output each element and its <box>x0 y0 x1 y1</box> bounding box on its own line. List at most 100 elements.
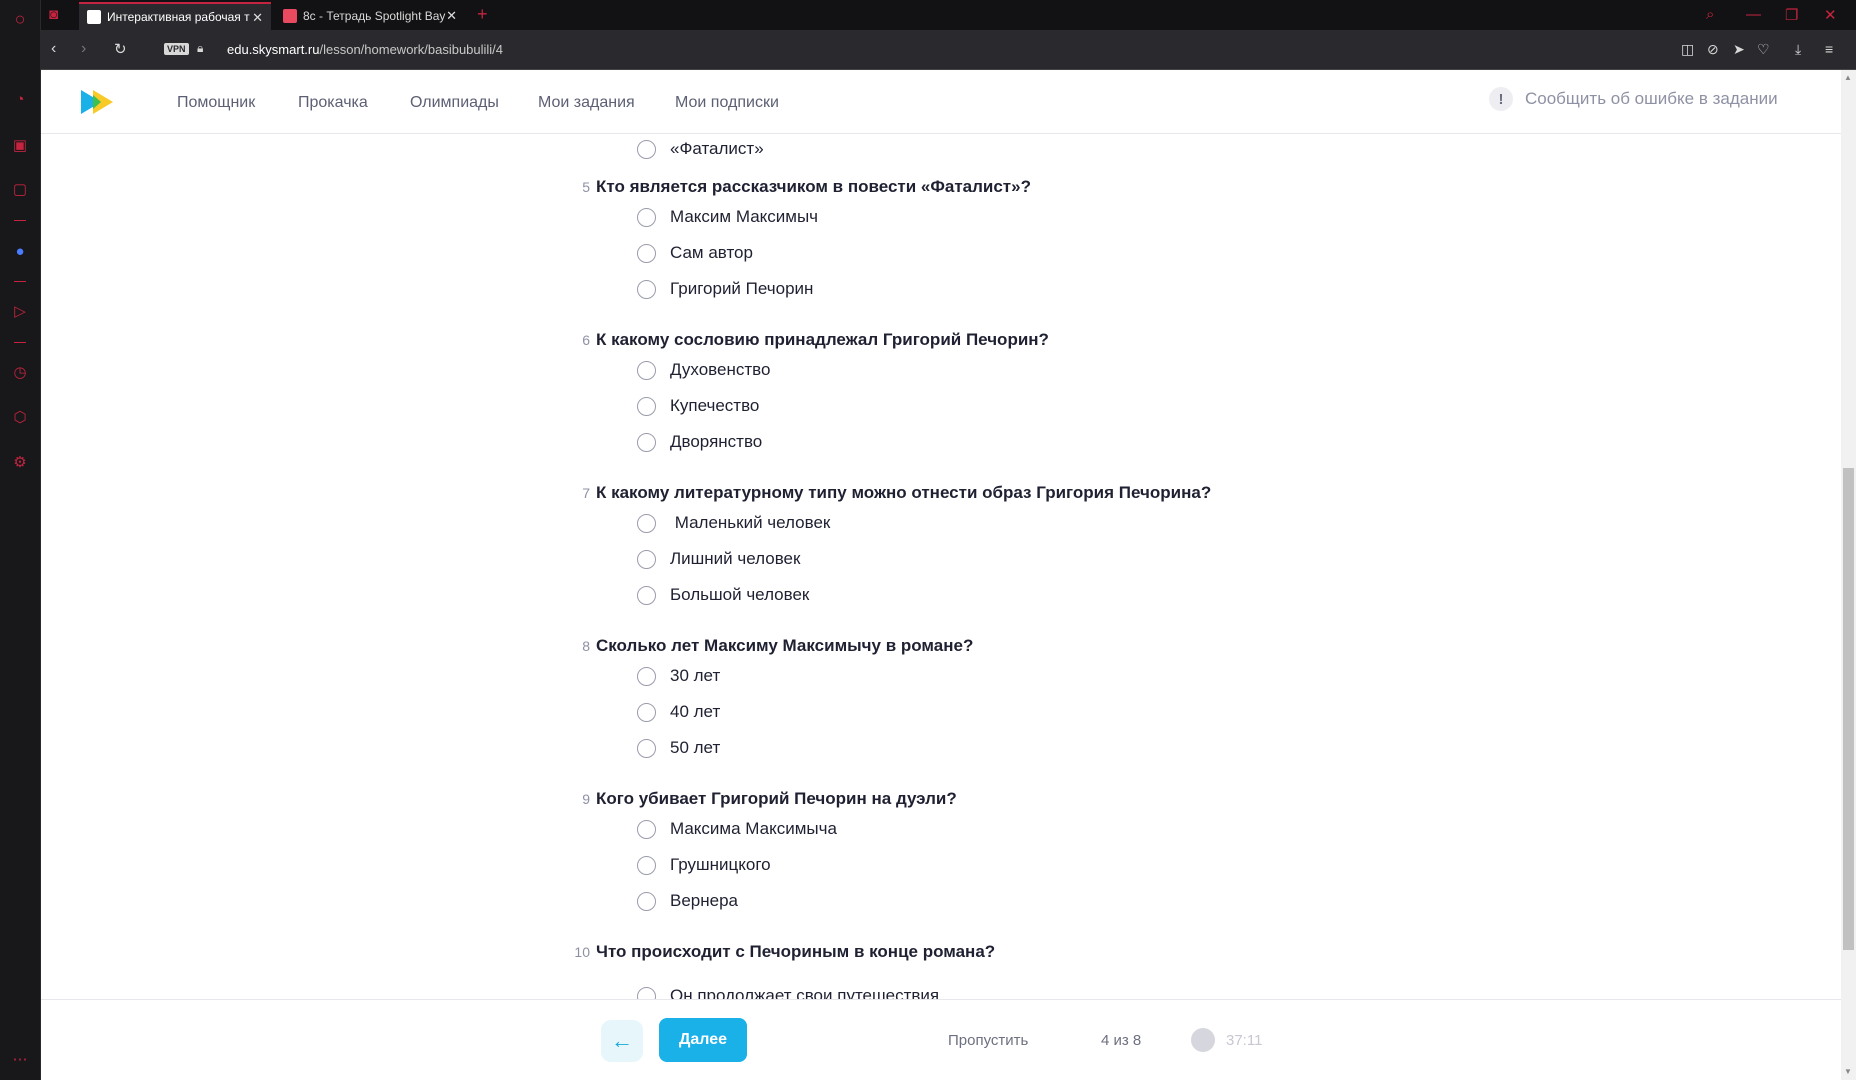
option-label: 50 лет <box>670 738 721 757</box>
download-icon[interactable]: ⤓ <box>1795 41 1801 58</box>
radio-button[interactable] <box>637 243 656 263</box>
tab-inactive[interactable]: 8с - Тетрадь Spotlight Bay ✕ <box>275 2 465 30</box>
reload-icon[interactable]: ↻ <box>114 40 127 58</box>
close-tab-icon[interactable]: ✕ <box>252 10 263 26</box>
option-label: Сам автор <box>670 243 753 262</box>
new-tab-icon[interactable]: + <box>477 4 488 25</box>
history-icon[interactable]: ◷ <box>9 361 31 383</box>
option-label: 40 лет <box>670 702 721 721</box>
scroll-up-icon[interactable]: ▲ <box>1844 73 1852 82</box>
radio-button[interactable] <box>637 432 656 452</box>
menu-icon[interactable]: ≡ <box>1825 41 1833 57</box>
gamepad-icon[interactable]: ◙ <box>49 6 58 23</box>
question-number: 9 <box>582 791 590 807</box>
radio-button[interactable] <box>637 891 656 911</box>
exclamation-icon: ! <box>1489 87 1513 111</box>
nav-my-tasks[interactable]: Мои задания <box>538 94 635 112</box>
radio-button[interactable] <box>637 279 656 299</box>
answer-option[interactable]: 30 лет <box>637 666 720 686</box>
answer-option[interactable]: Максим Максимыч <box>637 207 818 227</box>
answer-option[interactable]: 50 лет <box>637 738 720 758</box>
close-window-icon[interactable]: ✕ <box>1824 6 1837 24</box>
minimize-icon[interactable]: — <box>1746 6 1761 23</box>
radio-button[interactable] <box>637 855 656 875</box>
send-icon[interactable]: ➤ <box>1733 41 1745 58</box>
answer-option[interactable]: Грушницкого <box>637 855 771 875</box>
question-number: 6 <box>582 332 590 348</box>
nav-training[interactable]: Прокачка <box>298 94 368 112</box>
tab-bar: ◙ Интерактивная рабочая т ✕ 8с - Тетрадь… <box>41 0 1856 30</box>
page-scrollbar[interactable]: ▲ ▼ <box>1841 70 1856 1080</box>
search-tabs-icon[interactable]: ⌕ <box>1706 6 1714 23</box>
speed-dial-icon[interactable]: ◔ <box>9 88 31 110</box>
more-icon[interactable]: ⋯ <box>9 1048 31 1070</box>
answer-option[interactable]: Григорий Печорин <box>637 279 813 299</box>
heart-icon[interactable]: ♡ <box>1757 41 1770 58</box>
url-field[interactable]: edu.skysmart.ru/lesson/homework/basibubu… <box>227 42 503 57</box>
radio-button[interactable] <box>637 139 656 159</box>
nav-olympiads[interactable]: Олимпиады <box>410 94 499 112</box>
report-error-button[interactable]: ! Сообщить об ошибке в задании <box>1489 87 1778 111</box>
radio-button[interactable] <box>637 702 656 722</box>
page-counter: 4 из 8 <box>1101 1032 1142 1049</box>
close-tab-icon[interactable]: ✕ <box>446 8 457 24</box>
question-10: 10 Что происходит с Печориным в конце ром… <box>574 942 995 962</box>
answer-option[interactable]: Лишний человек <box>637 549 800 569</box>
option-label: Он продолжает свои путешествия <box>670 986 940 999</box>
radio-button[interactable] <box>637 513 656 533</box>
scroll-down-icon[interactable]: ▼ <box>1844 1067 1852 1076</box>
answer-option[interactable]: Купечество <box>637 396 759 416</box>
radio-button[interactable] <box>637 549 656 569</box>
back-icon[interactable]: ‹ <box>51 40 56 58</box>
answer-option[interactable]: Маленький человек <box>637 513 830 533</box>
box-icon[interactable]: ⬡ <box>9 406 31 428</box>
answer-option[interactable]: Он продолжает свои путешествия <box>637 986 939 999</box>
answer-option[interactable]: Максима Максимыча <box>637 819 837 839</box>
twitch-icon[interactable]: ▢ <box>9 178 31 200</box>
sidebar-divider <box>14 342 26 343</box>
answer-option[interactable]: 40 лет <box>637 702 720 722</box>
answer-option[interactable]: «Фаталист» <box>637 139 764 159</box>
radio-button[interactable] <box>637 396 656 416</box>
nav-my-subscriptions[interactable]: Мои подписки <box>675 94 779 112</box>
radio-button[interactable] <box>637 585 656 605</box>
radio-button[interactable] <box>637 666 656 686</box>
skip-button[interactable]: Пропустить <box>948 1032 1028 1049</box>
nav-helper[interactable]: Помощник <box>177 94 255 112</box>
back-button[interactable]: ← <box>601 1020 643 1062</box>
skysmart-favicon-icon <box>87 10 101 24</box>
opera-logo-icon[interactable]: ○ <box>9 8 31 30</box>
radio-button[interactable] <box>637 360 656 380</box>
skysmart-logo-icon[interactable] <box>81 90 115 114</box>
forward-icon[interactable]: › <box>81 40 86 58</box>
sidebar-divider <box>14 281 26 282</box>
answer-option[interactable]: Духовенство <box>637 360 770 380</box>
report-error-label: Сообщить об ошибке в задании <box>1525 89 1778 108</box>
radio-button[interactable] <box>637 207 656 227</box>
adblock-icon[interactable]: ⊘ <box>1707 41 1719 58</box>
vpn-badge[interactable]: VPN <box>164 43 189 55</box>
messenger-icon[interactable]: ● <box>9 240 31 262</box>
answer-option[interactable]: Дворянство <box>637 432 762 452</box>
scroll-thumb[interactable] <box>1843 468 1854 950</box>
briefcase-icon[interactable]: ▣ <box>9 134 31 156</box>
radio-button[interactable] <box>637 738 656 758</box>
answer-option[interactable]: Большой человек <box>637 585 809 605</box>
player-icon[interactable]: ▷ <box>9 300 31 322</box>
sidebar-divider <box>14 220 26 221</box>
question-text: Сколько лет Максиму Максимычу в романе? <box>596 636 974 655</box>
answer-option[interactable]: Сам автор <box>637 243 753 263</box>
question-text: Кого убивает Григорий Печорин на дуэли? <box>596 789 957 808</box>
next-button[interactable]: Далее <box>659 1018 747 1062</box>
option-label: Маленький человек <box>670 513 831 532</box>
radio-button[interactable] <box>637 986 656 999</box>
lock-icon[interactable]: 🔒︎ <box>197 41 203 56</box>
tab-active[interactable]: Интерактивная рабочая т ✕ <box>79 2 271 30</box>
quiz-content: «Фаталист» 5 Кто является рассказчиком в … <box>41 134 1841 999</box>
answer-option[interactable]: Вернера <box>637 891 738 911</box>
restore-icon[interactable]: ❐ <box>1785 6 1798 24</box>
radio-button[interactable] <box>637 819 656 839</box>
settings-icon[interactable]: ⚙ <box>9 451 31 473</box>
snapshot-icon[interactable]: ◫ <box>1681 41 1694 58</box>
timer: 37:11 <box>1226 1032 1263 1049</box>
